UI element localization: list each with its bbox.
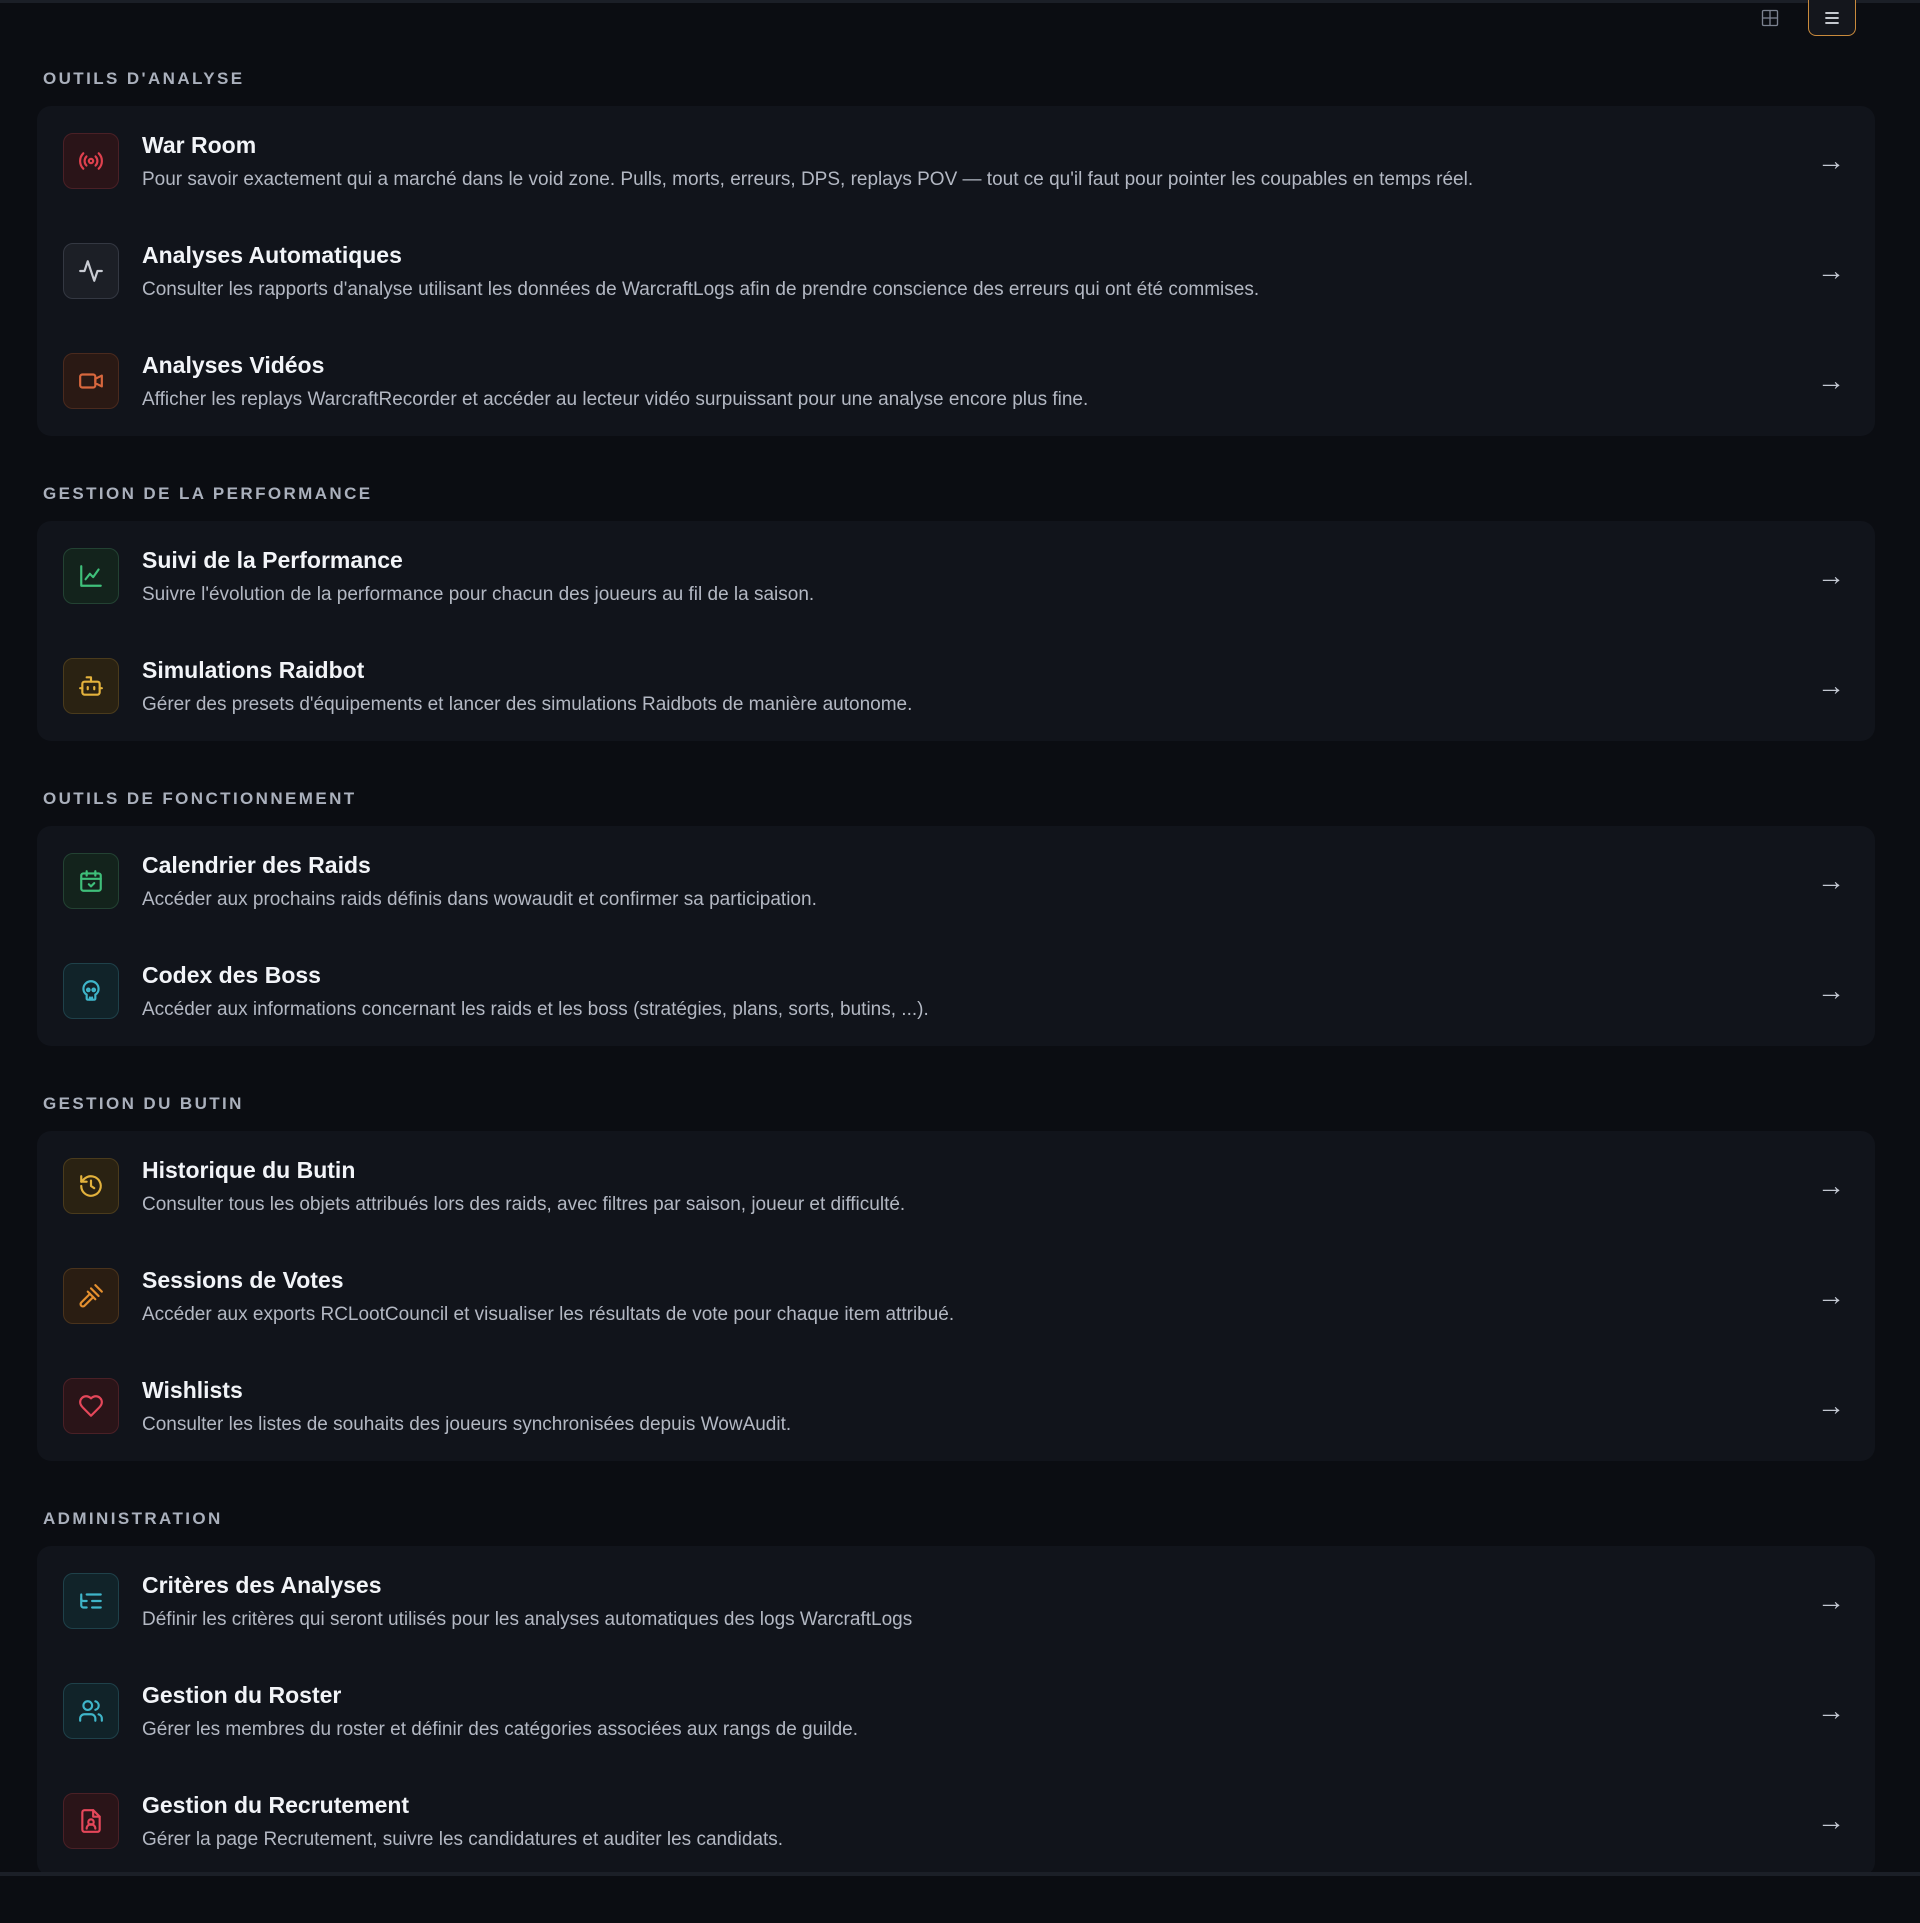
tool-title: Simulations Raidbot (142, 656, 365, 683)
arrow-right-icon: → (1817, 365, 1845, 396)
tool-description: Accéder aux exports RCLootCouncil et vis… (142, 1303, 955, 1325)
section-performance: GESTION DE LA PERFORMANCE Suivi de la Pe… (37, 483, 1875, 741)
tool-description: Pour savoir exactement qui a marché dans… (142, 168, 1474, 190)
arrow-right-icon: → (1817, 1170, 1845, 1201)
tool-title: Gestion du Roster (142, 1681, 342, 1708)
tool-item-loot-history[interactable]: Historique du Butin Consulter tous les o… (37, 1131, 1875, 1241)
video-icon (63, 353, 119, 409)
tool-title: Wishlists (142, 1376, 243, 1403)
tool-description: Gérer des presets d'équipements et lance… (142, 693, 913, 715)
section-administration: ADMINISTRATION Critères des Analyses Déf… (37, 1508, 1875, 1876)
arrow-right-icon: → (1817, 1805, 1845, 1836)
tool-item-recruitment-management[interactable]: Gestion du Recrutement Gérer la page Rec… (37, 1766, 1875, 1876)
section-title: OUTILS D'ANALYSE (43, 69, 245, 88)
tool-item-raidbot-simulations[interactable]: Simulations Raidbot Gérer des presets d'… (37, 631, 1875, 741)
tool-item-vote-sessions[interactable]: Sessions de Votes Accéder aux exports RC… (37, 1241, 1875, 1351)
arrow-right-icon: → (1817, 1390, 1845, 1421)
history-icon (63, 1158, 119, 1214)
section-card: Critères des Analyses Définir les critèr… (37, 1546, 1875, 1876)
tool-item-boss-codex[interactable]: Codex des Boss Accéder aux informations … (37, 936, 1875, 1046)
section-title: ADMINISTRATION (43, 1509, 223, 1528)
tool-title: Sessions de Votes (142, 1266, 344, 1293)
menu-icon (1825, 11, 1839, 24)
section-title: GESTION DU BUTIN (43, 1094, 244, 1113)
bot-icon (63, 658, 119, 714)
skull-icon (63, 963, 119, 1019)
tool-title: Analyses Vidéos (142, 351, 325, 378)
line-chart-icon (63, 548, 119, 604)
grid-view-button[interactable] (1746, 0, 1794, 36)
calendar-icon (63, 853, 119, 909)
section-card: Suivi de la Performance Suivre l'évoluti… (37, 521, 1875, 741)
tool-item-performance-tracking[interactable]: Suivi de la Performance Suivre l'évoluti… (37, 521, 1875, 631)
section-card: Historique du Butin Consulter tous les o… (37, 1131, 1875, 1461)
tool-item-raid-calendar[interactable]: Calendrier des Raids Accéder aux prochai… (37, 826, 1875, 936)
arrow-right-icon: → (1817, 145, 1845, 176)
tool-description: Gérer les membres du roster et définir d… (142, 1718, 859, 1740)
tool-title: Codex des Boss (142, 961, 321, 988)
tool-title: Historique du Butin (142, 1156, 356, 1183)
tool-title: Calendrier des Raids (142, 851, 371, 878)
tool-title: Suivi de la Performance (142, 546, 403, 573)
arrow-right-icon: → (1817, 560, 1845, 591)
tool-description: Consulter les listes de souhaits des jou… (142, 1413, 792, 1435)
arrow-right-icon: → (1817, 1280, 1845, 1311)
tool-title: Gestion du Recrutement (142, 1791, 410, 1818)
top-border (0, 0, 1920, 3)
tool-item-roster-management[interactable]: Gestion du Roster Gérer les membres du r… (37, 1656, 1875, 1766)
section-analysis-tools: OUTILS D'ANALYSE War Room Pour savoir ex… (37, 68, 1875, 436)
arrow-right-icon: → (1817, 255, 1845, 286)
section-loot: GESTION DU BUTIN Historique du Butin Con… (37, 1093, 1875, 1461)
arrow-right-icon: → (1817, 670, 1845, 701)
section-card: Calendrier des Raids Accéder aux prochai… (37, 826, 1875, 1046)
tool-title: War Room (142, 131, 257, 158)
tool-description: Accéder aux informations concernant les … (142, 998, 929, 1020)
gavel-icon (63, 1268, 119, 1324)
section-card: War Room Pour savoir exactement qui a ma… (37, 106, 1875, 436)
arrow-right-icon: → (1817, 975, 1845, 1006)
tool-title: Critères des Analyses (142, 1571, 382, 1598)
arrow-right-icon: → (1817, 1585, 1845, 1616)
tools-list: OUTILS D'ANALYSE War Room Pour savoir ex… (37, 68, 1875, 1923)
activity-icon (63, 243, 119, 299)
tool-description: Gérer la page Recrutement, suivre les ca… (142, 1828, 784, 1850)
tool-description: Suivre l'évolution de la performance pou… (142, 583, 815, 605)
bottom-border (0, 1872, 1920, 1876)
tool-item-wishlists[interactable]: Wishlists Consulter les listes de souhai… (37, 1351, 1875, 1461)
tool-description: Consulter tous les objets attribués lors… (142, 1193, 906, 1215)
tool-title: Analyses Automatiques (142, 241, 402, 268)
file-user-icon (63, 1793, 119, 1849)
tool-item-automatic-analyses[interactable]: Analyses Automatiques Consulter les rapp… (37, 216, 1875, 326)
view-toggle (1746, 0, 1856, 36)
tool-item-war-room[interactable]: War Room Pour savoir exactement qui a ma… (37, 106, 1875, 216)
list-view-button[interactable] (1808, 0, 1856, 36)
arrow-right-icon: → (1817, 865, 1845, 896)
arrow-right-icon: → (1817, 1695, 1845, 1726)
section-title: OUTILS DE FONCTIONNEMENT (43, 789, 357, 808)
heart-icon (63, 1378, 119, 1434)
tool-description: Accéder aux prochains raids définis dans… (142, 888, 817, 910)
tool-description: Définir les critères qui seront utilisés… (142, 1608, 913, 1630)
section-operation-tools: OUTILS DE FONCTIONNEMENT Calendrier des … (37, 788, 1875, 1046)
tool-item-video-analyses[interactable]: Analyses Vidéos Afficher les replays War… (37, 326, 1875, 436)
section-title: GESTION DE LA PERFORMANCE (43, 484, 373, 503)
tool-item-analysis-criteria[interactable]: Critères des Analyses Définir les critèr… (37, 1546, 1875, 1656)
tool-description: Consulter les rapports d'analyse utilisa… (142, 278, 1260, 300)
tool-description: Afficher les replays WarcraftRecorder et… (142, 388, 1089, 410)
grid-icon (1761, 9, 1779, 27)
users-icon (63, 1683, 119, 1739)
list-tree-icon (63, 1573, 119, 1629)
radio-icon (63, 133, 119, 189)
